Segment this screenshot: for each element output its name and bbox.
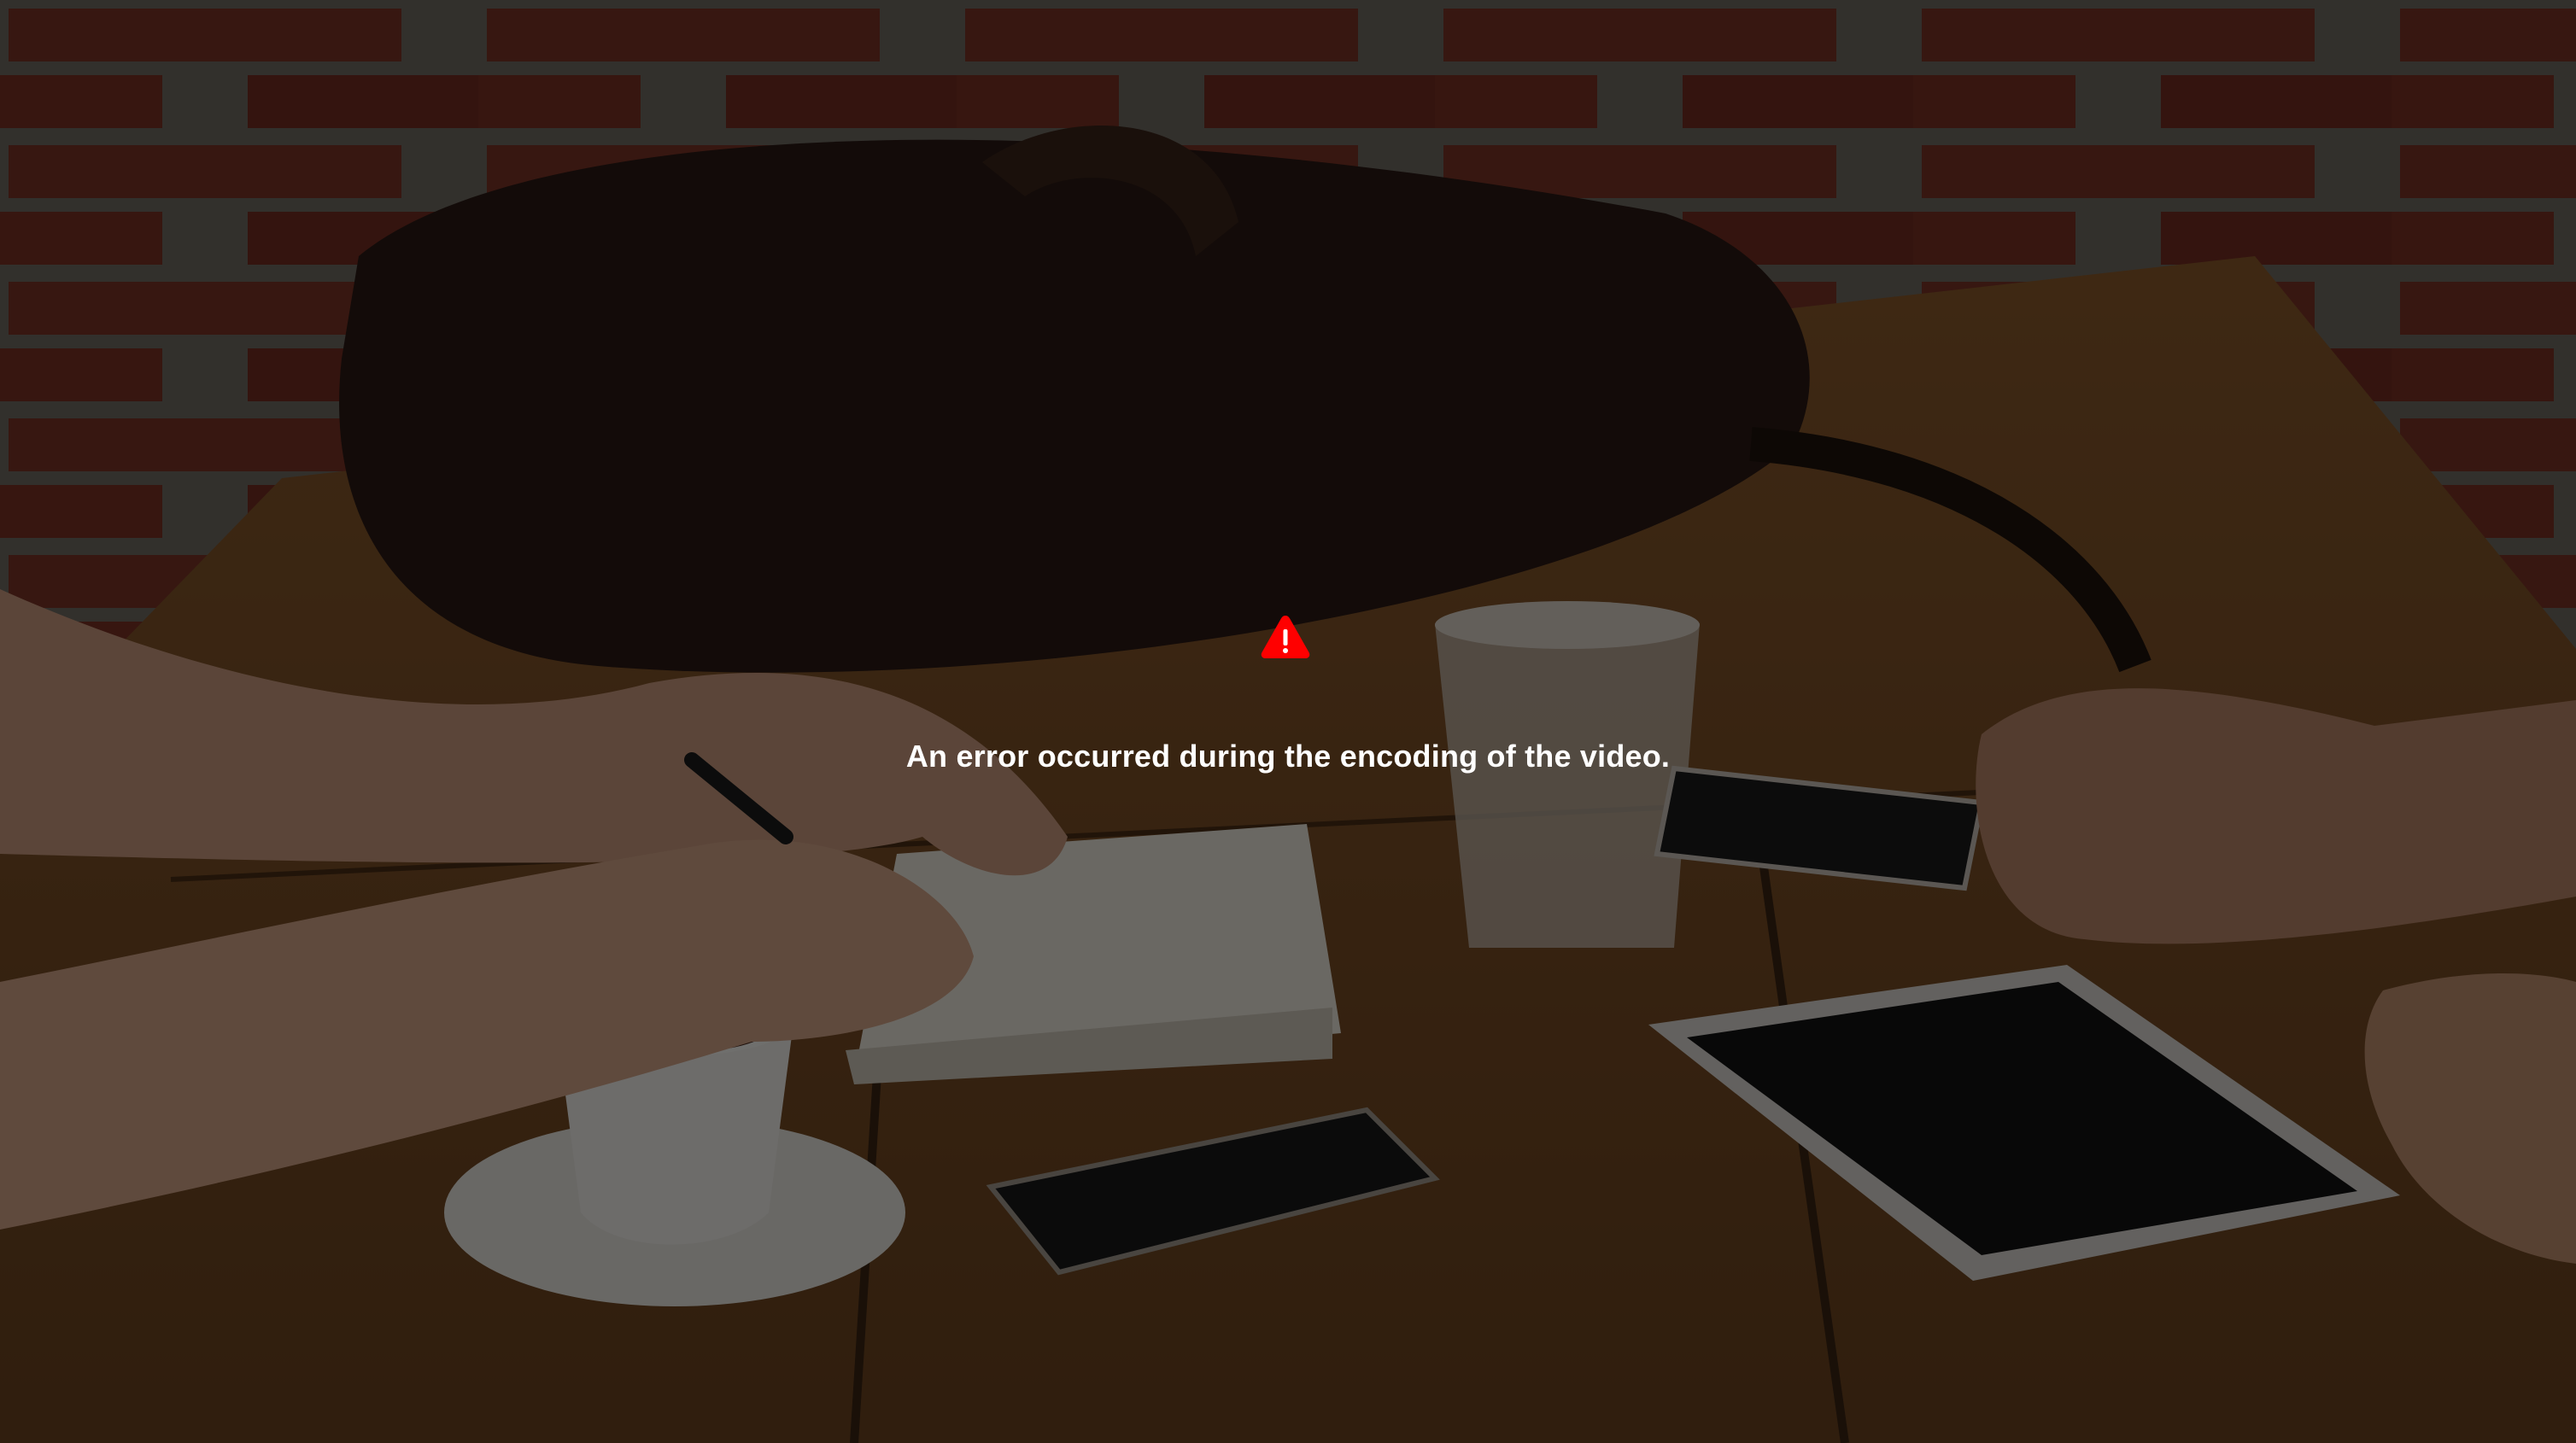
warning-triangle-icon <box>1261 616 1310 658</box>
video-player[interactable]: An error occurred during the encoding of… <box>0 0 2576 1443</box>
error-display: An error occurred during the encoding of… <box>0 0 2576 1443</box>
error-message: An error occurred during the encoding of… <box>905 739 1671 774</box>
